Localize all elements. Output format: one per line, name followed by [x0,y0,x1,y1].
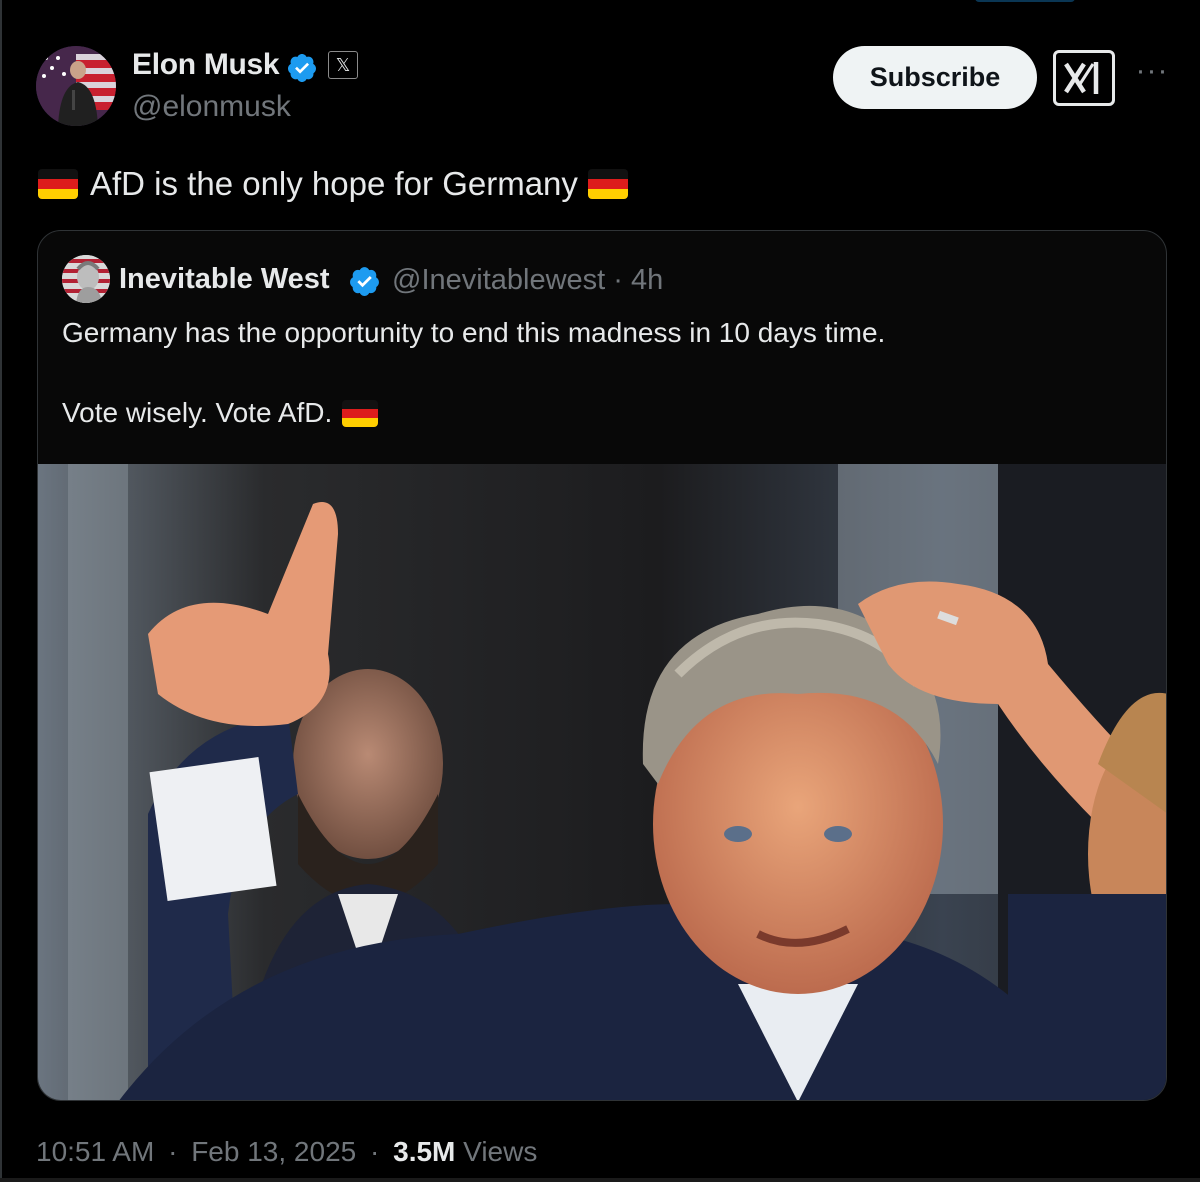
subscribe-button[interactable]: Subscribe [833,46,1037,109]
quoted-author-handle[interactable]: @Inevitablewest [392,264,605,296]
verified-badge-icon [287,54,316,82]
post-footer: 10:51 AM · Feb 13, 2025 · 3.5M Views [36,1136,537,1168]
left-border [0,0,2,1182]
bottom-divider [0,1178,1200,1182]
quoted-post-text-content: Vote wisely. Vote AfD. [62,397,333,428]
meta-separator: · [613,264,623,296]
post-time[interactable]: 10:51 AM [36,1136,154,1167]
quoted-post-card[interactable]: Inevitable West @Inevitablewest · 4h Ger… [37,230,1167,1101]
quoted-author-avatar[interactable] [62,255,110,303]
germany-flag-icon [342,399,379,427]
germany-flag-icon [587,169,628,199]
author-handle[interactable]: @elonmusk [132,90,291,124]
quoted-post-text-line: Germany has the opportunity to end this … [62,317,886,348]
scroll-indicator [975,0,1075,2]
quoted-post-meta: @Inevitablewest · 4h [392,264,663,297]
views-label: Views [463,1136,538,1167]
quoted-author-name[interactable]: Inevitable West [119,263,330,296]
quoted-post-text-line: Vote wisely. Vote AfD. [62,397,379,429]
verified-badge-icon [350,267,379,296]
xai-grok-button[interactable] [1053,50,1115,106]
x-affiliation-icon[interactable]: 𝕏 [328,51,358,79]
post-text-content: AfD is the only hope for Germany [90,165,578,202]
quoted-post-time[interactable]: 4h [631,264,663,296]
meta-separator: · [168,1136,178,1167]
more-options-icon[interactable]: ··· [1132,56,1172,90]
author-avatar[interactable] [36,46,116,126]
germany-flag-icon [38,169,78,199]
meta-separator: · [370,1136,380,1167]
author-name[interactable]: Elon Musk [132,48,280,82]
xai-logo-icon [1064,62,1099,94]
quoted-post-photo[interactable] [38,464,1167,1101]
post-date[interactable]: Feb 13, 2025 [191,1136,356,1167]
views-count: 3.5M [393,1136,456,1167]
post-text: AfD is the only hope for Germany [38,162,628,206]
